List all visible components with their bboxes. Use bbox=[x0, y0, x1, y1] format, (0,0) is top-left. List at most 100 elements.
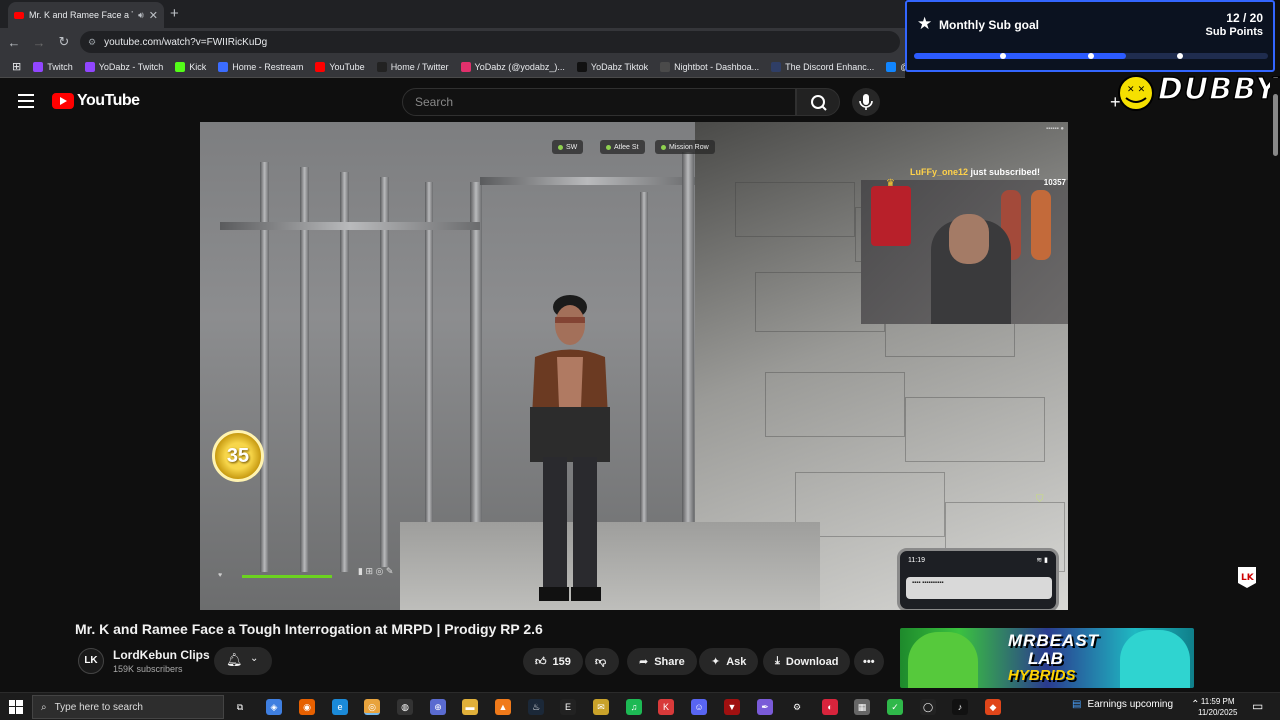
system-tray: ▤ Earnings upcoming ⌃ bbox=[1072, 699, 1199, 710]
hud-chip-label: Mission Row bbox=[669, 143, 709, 151]
steam-icon[interactable]: ♨ bbox=[528, 699, 544, 715]
channel-name[interactable]: LordKebun Clips bbox=[113, 648, 210, 662]
youtube-logo-text: YouTube bbox=[77, 92, 140, 109]
new-tab-icon[interactable]: + bbox=[170, 5, 179, 22]
browser-tab-active[interactable]: Mr. K and Ramee Face a To 🔊︎ ✕ bbox=[8, 2, 164, 28]
epic-games-icon[interactable]: E bbox=[560, 699, 576, 715]
player-character bbox=[530, 295, 610, 601]
bookmark-label: YoDabz Tiktok bbox=[590, 61, 649, 72]
obs-icon[interactable]: ◍ bbox=[397, 699, 413, 715]
firefox-icon[interactable]: ◉ bbox=[299, 699, 315, 715]
star-icon: ★ bbox=[917, 14, 933, 33]
app-icon-a[interactable]: ▲ bbox=[495, 699, 511, 715]
bookmark-label: YoDabz (@yodabz_)... bbox=[474, 61, 565, 72]
clock-time: 11:59 PM bbox=[1200, 697, 1235, 706]
app-icon-g[interactable]: ✓ bbox=[887, 699, 903, 715]
bookmark-label: The Discord Enhanc... bbox=[785, 61, 875, 72]
address-bar[interactable]: ⚙︎ youtube.com/watch?v=FWIIRicKuDg bbox=[80, 31, 900, 53]
bookmark-item[interactable]: Nightbot - Dashboa... bbox=[654, 61, 765, 72]
tray-news-label[interactable]: Earnings upcoming bbox=[1087, 699, 1173, 710]
youtube-logo[interactable]: YouTube bbox=[52, 92, 140, 110]
ask-button[interactable]: ✦ Ask bbox=[699, 648, 759, 675]
hud-corner-text: ▪▪▪▪▪▪ ● bbox=[1045, 126, 1064, 132]
bookmark-item[interactable]: YoDabz - Twitch bbox=[79, 61, 170, 72]
reload-icon[interactable]: ↻ bbox=[53, 34, 75, 50]
discord-icon[interactable]: ☺ bbox=[691, 699, 707, 715]
apps-grid-icon[interactable]: ⊞ bbox=[6, 60, 27, 73]
windows-start-icon[interactable] bbox=[9, 700, 23, 714]
bookmark-item[interactable]: Home / Twitter bbox=[371, 61, 455, 72]
share-label: Share bbox=[654, 655, 685, 668]
sub-alert: LuFFy_one12 just subscribed! bbox=[910, 167, 1040, 177]
bookmark-item[interactable]: YoDabz (@yodabz_)... bbox=[455, 61, 571, 72]
close-tab-icon[interactable]: ✕ bbox=[149, 9, 158, 22]
thumbs-up-icon: 👍︎ bbox=[535, 656, 547, 668]
bookmark-favicon-icon bbox=[376, 61, 387, 72]
notifications-icon[interactable]: ▭ bbox=[1252, 699, 1263, 713]
speaker-icon[interactable]: 🔊︎ bbox=[138, 10, 144, 21]
app-icon-i[interactable]: ◆ bbox=[985, 699, 1001, 715]
bookmark-item[interactable]: YoDabz Tiktok bbox=[571, 61, 654, 72]
like-button[interactable]: 👍︎ 159 bbox=[523, 648, 583, 675]
file-explorer-icon[interactable]: ▬ bbox=[462, 699, 478, 715]
hud-status-icons: ▮ ⊞ ◎ ✎ bbox=[358, 566, 394, 576]
notification-bell-button[interactable]: 🔔︎ ⌄ bbox=[214, 647, 272, 675]
location-pin-icon bbox=[558, 144, 563, 150]
search-button[interactable] bbox=[796, 88, 840, 116]
news-widget-icon[interactable]: ▤ bbox=[1072, 699, 1081, 710]
app-icon-e[interactable]: ◐ bbox=[822, 699, 838, 715]
bookmark-favicon-icon bbox=[576, 61, 587, 72]
svg-text:✕ ✕: ✕ ✕ bbox=[1127, 85, 1145, 95]
taskbar-search-placeholder: Type here to search bbox=[54, 701, 143, 713]
sub-alert-number: 10357 bbox=[1043, 178, 1066, 187]
app-icon-f[interactable]: ▦ bbox=[854, 699, 870, 715]
app-icon-c[interactable]: K bbox=[658, 699, 674, 715]
phone-notification: ▪▪▪▪ ▪▪▪▪▪▪▪▪▪▪ bbox=[906, 577, 1052, 599]
feather-icon[interactable]: ✒ bbox=[757, 699, 773, 715]
youtube-header: YouTube Search + bbox=[0, 78, 1270, 124]
voice-search-button[interactable] bbox=[852, 88, 880, 116]
subscriber-count: 159K subscribers bbox=[113, 664, 183, 674]
globe-icon[interactable]: ⊕ bbox=[430, 699, 446, 715]
download-icon: ⤓ bbox=[775, 655, 780, 667]
task-view-icon[interactable]: ⧉ bbox=[232, 699, 248, 715]
page-scrollbar[interactable] bbox=[1270, 78, 1280, 692]
download-button[interactable]: ⤓ Download bbox=[763, 648, 851, 675]
bookmark-item[interactable]: @yodabz.bsky.socia... bbox=[880, 61, 905, 72]
more-actions-button[interactable]: ••• bbox=[854, 648, 884, 675]
bookmark-label: YoDabz - Twitch bbox=[98, 61, 164, 72]
share-button[interactable]: ➦ Share bbox=[627, 648, 697, 675]
settings-icon[interactable]: ⚙ bbox=[789, 699, 805, 715]
site-info-icon[interactable]: ⚙︎ bbox=[88, 37, 96, 48]
hud-chip: SW bbox=[552, 140, 584, 154]
mrbeast-lab-ad[interactable]: MRBEAST LAB HYBRIDS bbox=[900, 628, 1194, 688]
bookmark-item[interactable]: The Discord Enhanc... bbox=[765, 61, 880, 72]
scrollbar-thumb[interactable] bbox=[1273, 94, 1278, 156]
forward-arrow-icon[interactable]: → bbox=[28, 35, 50, 50]
app-icon-h[interactable]: ◯ bbox=[920, 699, 936, 715]
search-input[interactable]: Search bbox=[402, 88, 796, 116]
chrome-icon[interactable]: ◎ bbox=[364, 699, 380, 715]
dislike-button[interactable]: 👎︎ bbox=[585, 648, 619, 675]
taskbar-clock[interactable]: 11:59 PM 11/20/2025 bbox=[1198, 696, 1237, 718]
menu-icon[interactable] bbox=[18, 94, 34, 108]
hud-chip-label: SW bbox=[566, 143, 578, 151]
bookmark-label: Twitch bbox=[47, 61, 73, 72]
taskbar-search-input[interactable]: ⌕ Type here to search bbox=[32, 695, 224, 719]
ad-creature-right bbox=[1120, 630, 1190, 688]
tiktok-icon[interactable]: ♪ bbox=[952, 699, 968, 715]
back-arrow-icon[interactable]: ← bbox=[3, 35, 25, 50]
app-icon-b[interactable]: ✉ bbox=[593, 699, 609, 715]
spotify-icon[interactable]: ♫ bbox=[626, 699, 642, 715]
sub-goal-progress-fill bbox=[914, 53, 1127, 59]
bookmark-item[interactable]: Twitch bbox=[27, 61, 79, 72]
bookmark-item[interactable]: YouTube bbox=[309, 61, 370, 72]
phone-time: 11:19 bbox=[908, 557, 925, 564]
edge-icon[interactable]: e bbox=[332, 699, 348, 715]
video-player[interactable]: SW Atlee St Mission Row ▪▪▪▪▪▪ ● 35 ♥ ▮ ⊞ … bbox=[200, 122, 1068, 610]
bookmark-item[interactable]: Kick bbox=[169, 61, 212, 72]
app-icon-d[interactable]: ▼ bbox=[724, 699, 740, 715]
copilot-icon[interactable]: ◈ bbox=[266, 699, 282, 715]
channel-avatar[interactable]: LK bbox=[78, 648, 104, 674]
bookmark-item[interactable]: Home - Restream bbox=[212, 61, 309, 72]
